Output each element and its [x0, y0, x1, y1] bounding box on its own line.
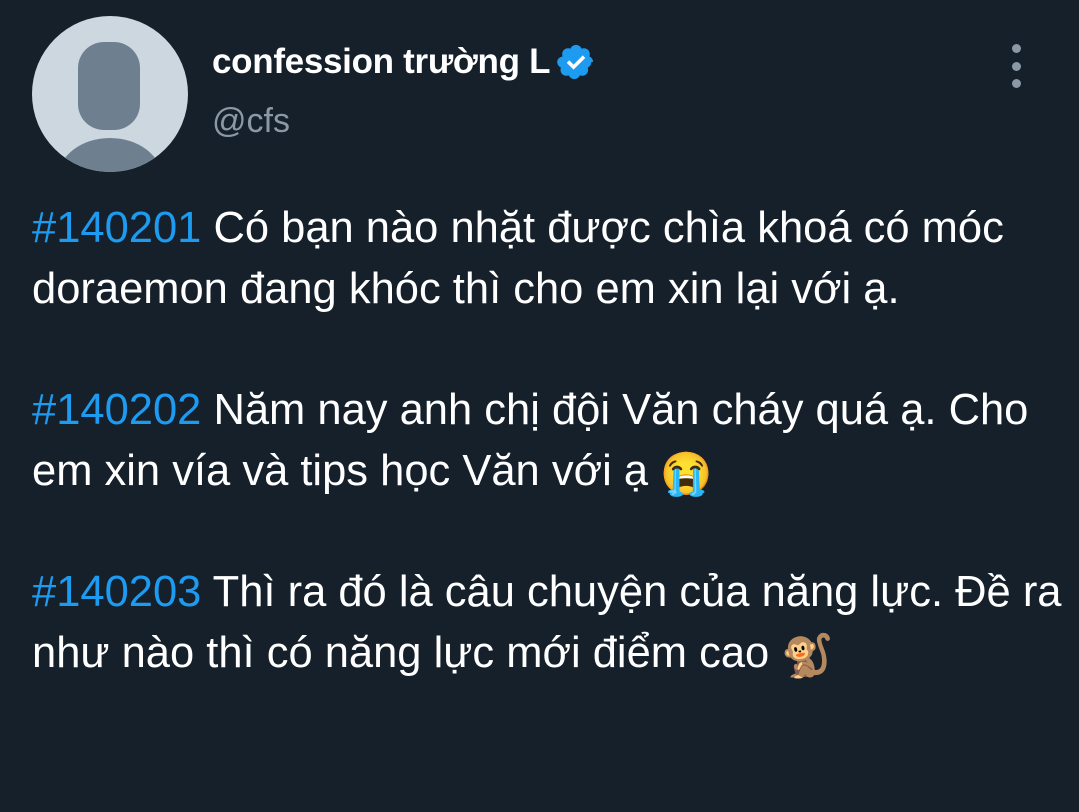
name-row: confession trường L — [212, 40, 596, 84]
tweet-paragraph: #140203 Thì ra đó là câu chuyện của năng… — [32, 562, 1072, 684]
monkey-emoji: 🐒 — [781, 632, 834, 679]
display-name[interactable]: confession trường L — [212, 42, 550, 82]
tweet-paragraph: #140201 Có bạn nào nhặt được chìa khoá c… — [32, 198, 1072, 320]
tweet-text: #140201 Có bạn nào nhặt được chìa khoá c… — [32, 198, 1072, 744]
verified-badge-icon — [557, 44, 594, 80]
more-vertical-icon — [1011, 79, 1021, 88]
tweet-header: confession trường L @cfs — [0, 0, 1079, 190]
user-handle[interactable]: @cfs — [212, 102, 290, 141]
tweet-paragraph: #140202 Năm nay anh chị đội Văn cháy quá… — [32, 380, 1072, 502]
more-vertical-icon — [1011, 61, 1021, 71]
crying-face-emoji: 😭 — [660, 450, 713, 497]
avatar[interactable] — [32, 16, 188, 172]
avatar-head-shape — [78, 42, 140, 130]
hashtag-link[interactable]: #140202 — [32, 386, 201, 434]
avatar-body-shape — [58, 138, 162, 172]
more-vertical-icon — [1011, 44, 1021, 53]
hashtag-link[interactable]: #140201 — [32, 204, 201, 252]
more-options-button[interactable] — [996, 44, 1036, 88]
hashtag-link[interactable]: #140203 — [32, 568, 201, 616]
